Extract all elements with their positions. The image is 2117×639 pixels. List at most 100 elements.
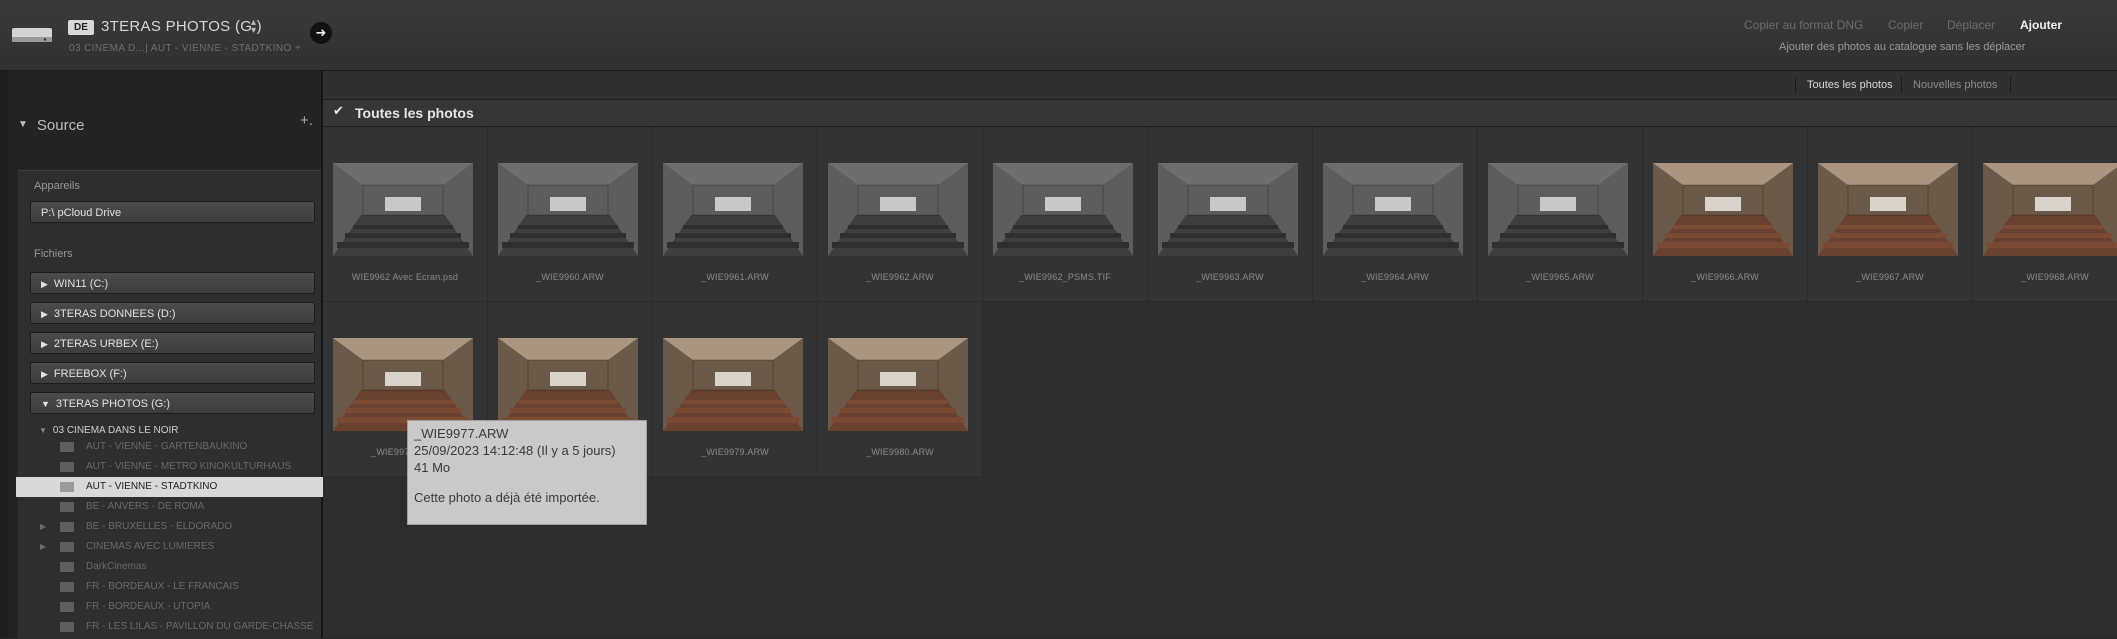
photo-thumbnail[interactable] <box>828 163 968 256</box>
photo-filename: WIE9962 Avec Ecran.psd <box>351 272 459 282</box>
photo-cell[interactable]: _WIE9962_PSMS.TIF <box>983 127 1148 302</box>
folder-row[interactable]: ▶ BE - BRUXELLES - ELDORADO <box>18 517 321 537</box>
photo-cell[interactable]: _WIE9961.ARW <box>653 127 818 302</box>
updown-chevron-icon[interactable]: ▴ ▾ <box>251 18 256 36</box>
left-edge-strip <box>0 71 8 638</box>
device-pcloud[interactable]: P:\ pCloud Drive <box>30 201 315 223</box>
photo-cell[interactable]: _WIE9979.ARW <box>653 302 818 477</box>
mode-move[interactable]: Déplacer <box>1947 18 1995 32</box>
folder-icon <box>60 562 74 572</box>
expand-triangle-icon: ▶ <box>41 309 48 319</box>
hard-drive-icon[interactable] <box>11 25 53 45</box>
photo-thumbnail[interactable] <box>333 163 473 256</box>
folder-icon <box>60 542 74 552</box>
folder-label: FR - BORDEAUX - LE FRANCAIS <box>86 581 239 592</box>
folder-row[interactable]: BE - ANVERS - DE ROMA <box>18 497 321 517</box>
expand-triangle-icon[interactable]: ▶ <box>40 537 46 557</box>
folder-row[interactable]: ▶ CINEMAS AVEC LUMIERES <box>18 537 321 557</box>
add-source-icon[interactable]: +. <box>300 112 313 129</box>
language-badge: DE <box>68 20 94 35</box>
volume-label: 3TERAS PHOTOS (G:) <box>55 398 171 410</box>
photo-cell[interactable]: _WIE9963.ARW <box>1148 127 1313 302</box>
volume-freebox[interactable]: ▶ FREEBOX (F:) <box>30 362 315 384</box>
source-path: 03 CINEMA D...| AUT - VIENNE - STADTKINO… <box>69 43 302 54</box>
check-all-icon[interactable]: ✔ <box>333 104 347 118</box>
arrow-right-icon[interactable]: ➜ <box>310 22 332 44</box>
folder-row[interactable]: AUT - VIENNE - GARTENBAUKINO <box>18 437 321 457</box>
main-area: Toutes les photos Nouvelles photos ✔ Tou… <box>323 71 2117 638</box>
photo-thumbnail[interactable] <box>1158 163 1298 256</box>
photo-filename: _WIE9964.ARW <box>1361 272 1429 282</box>
photo-cell[interactable]: _WIE9980.ARW <box>818 302 983 477</box>
photo-tooltip: _WIE9977.ARW 25/09/2023 14:12:48 (Il y a… <box>407 420 647 525</box>
import-header: DE 3TERAS PHOTOS (G:) ▴ ▾ 03 CINEMA D...|… <box>0 0 2117 71</box>
photo-thumbnail[interactable] <box>1323 163 1463 256</box>
photo-thumbnail[interactable] <box>828 338 968 431</box>
tooltip-message: Cette photo a déjà été importée. <box>414 490 600 505</box>
photo-thumbnail[interactable] <box>1653 163 1793 256</box>
folder-row[interactable]: DarkCinemas <box>18 557 321 577</box>
photo-cell[interactable]: _WIE9965.ARW <box>1478 127 1643 302</box>
subfolder-label: 03 CINEMA DANS LE NOIR <box>52 425 179 436</box>
photo-thumbnail[interactable] <box>663 338 803 431</box>
photo-filename: _WIE9968.ARW <box>2021 272 2089 282</box>
folder-icon <box>60 522 74 532</box>
expand-triangle-icon: ▶ <box>41 339 48 349</box>
folder-row[interactable]: FR - LES LILAS - PAVILLON DU GARDE-CHASS… <box>18 617 321 637</box>
folder-icon <box>60 462 74 472</box>
folder-row-selected[interactable]: AUT - VIENNE - STADTKINO <box>16 477 328 497</box>
photo-thumbnail[interactable] <box>663 163 803 256</box>
photo-cell[interactable]: _WIE9960.ARW <box>488 127 653 302</box>
mode-copy-dng[interactable]: Copier au format DNG <box>1744 18 1863 32</box>
photo-cell[interactable]: _WIE9968.ARW <box>1973 127 2117 302</box>
device-label: P:\ pCloud Drive <box>41 207 122 219</box>
photo-filename: _WIE9966.ARW <box>1691 272 1759 282</box>
photo-filename: _WIE9962.ARW <box>866 272 934 282</box>
folder-row[interactable]: FR - BORDEAUX - UTOPIA <box>18 597 321 617</box>
folder-row[interactable]: FR - BORDEAUX - LE FRANCAIS <box>18 577 321 597</box>
expand-triangle-icon: ▶ <box>41 369 48 379</box>
photo-cell[interactable]: _WIE9962.ARW <box>818 127 983 302</box>
photo-thumbnail[interactable] <box>333 338 473 431</box>
expand-triangle-icon[interactable]: ▶ <box>40 517 46 537</box>
folder-icon <box>60 482 74 492</box>
mode-add[interactable]: Ajouter <box>2020 18 2062 32</box>
collapse-triangle-icon: ▼ <box>41 399 50 409</box>
volume-3teras-donnees[interactable]: ▶ 3TERAS DONNEES (D:) <box>30 302 315 324</box>
tab-all-photos[interactable]: Toutes les photos <box>1807 79 1893 91</box>
photo-thumbnail[interactable] <box>498 338 638 431</box>
photo-cell[interactable]: WIE9962 Avec Ecran.psd <box>323 127 488 302</box>
photo-filename: _WIE9961.ARW <box>701 272 769 282</box>
folder-label: BE - BRUXELLES - ELDORADO <box>86 521 233 532</box>
volume-label: 3TERAS DONNEES (D:) <box>53 308 176 320</box>
source-title[interactable]: 3TERAS PHOTOS (G:) <box>101 18 262 35</box>
photo-thumbnail[interactable] <box>993 163 1133 256</box>
volume-win11[interactable]: ▶ WIN11 (C:) <box>30 272 315 294</box>
devices-section-label: Appareils <box>34 180 80 192</box>
expand-triangle-icon: ▶ <box>41 279 48 289</box>
volume-label: FREEBOX (F:) <box>53 368 127 380</box>
volume-3teras-photos[interactable]: ▼ 3TERAS PHOTOS (G:) <box>30 392 315 414</box>
folder-row[interactable]: AUT - VIENNE - METRO KINOKULTURHAUS <box>18 457 321 477</box>
folder-label: FR - BORDEAUX - UTOPIA <box>86 601 211 612</box>
photo-cell[interactable]: _WIE9967.ARW <box>1808 127 1973 302</box>
mode-description: Ajouter des photos au catalogue sans les… <box>1779 41 2026 53</box>
photo-cell[interactable]: _WIE9966.ARW <box>1643 127 1808 302</box>
collapse-triangle-icon: ▼ <box>18 119 28 130</box>
folder-icon <box>60 622 74 632</box>
volume-2teras-urbex[interactable]: ▶ 2TERAS URBEX (E:) <box>30 332 315 354</box>
photo-filename: _WIE9962_PSMS.TIF <box>1019 272 1111 282</box>
mode-copy[interactable]: Copier <box>1888 18 1923 32</box>
photo-thumbnail[interactable] <box>1983 163 2117 256</box>
filter-toolbar: Toutes les photos Nouvelles photos <box>323 71 2117 100</box>
photo-cell[interactable]: _WIE9964.ARW <box>1313 127 1478 302</box>
photo-grid: WIE9962 Avec Ecran.psd _WIE9960.ARW _WIE99… <box>323 127 2117 638</box>
tooltip-date: 25/09/2023 14:12:48 (Il y a 5 jours) <box>414 443 616 458</box>
source-panel-header[interactable]: ▼ Source <box>18 117 84 134</box>
photo-thumbnail[interactable] <box>498 163 638 256</box>
tab-new-photos[interactable]: Nouvelles photos <box>1913 79 1997 91</box>
source-panel-title: Source <box>36 117 85 134</box>
photo-thumbnail[interactable] <box>1488 163 1628 256</box>
photo-thumbnail[interactable] <box>1818 163 1958 256</box>
folder-icon <box>60 582 74 592</box>
